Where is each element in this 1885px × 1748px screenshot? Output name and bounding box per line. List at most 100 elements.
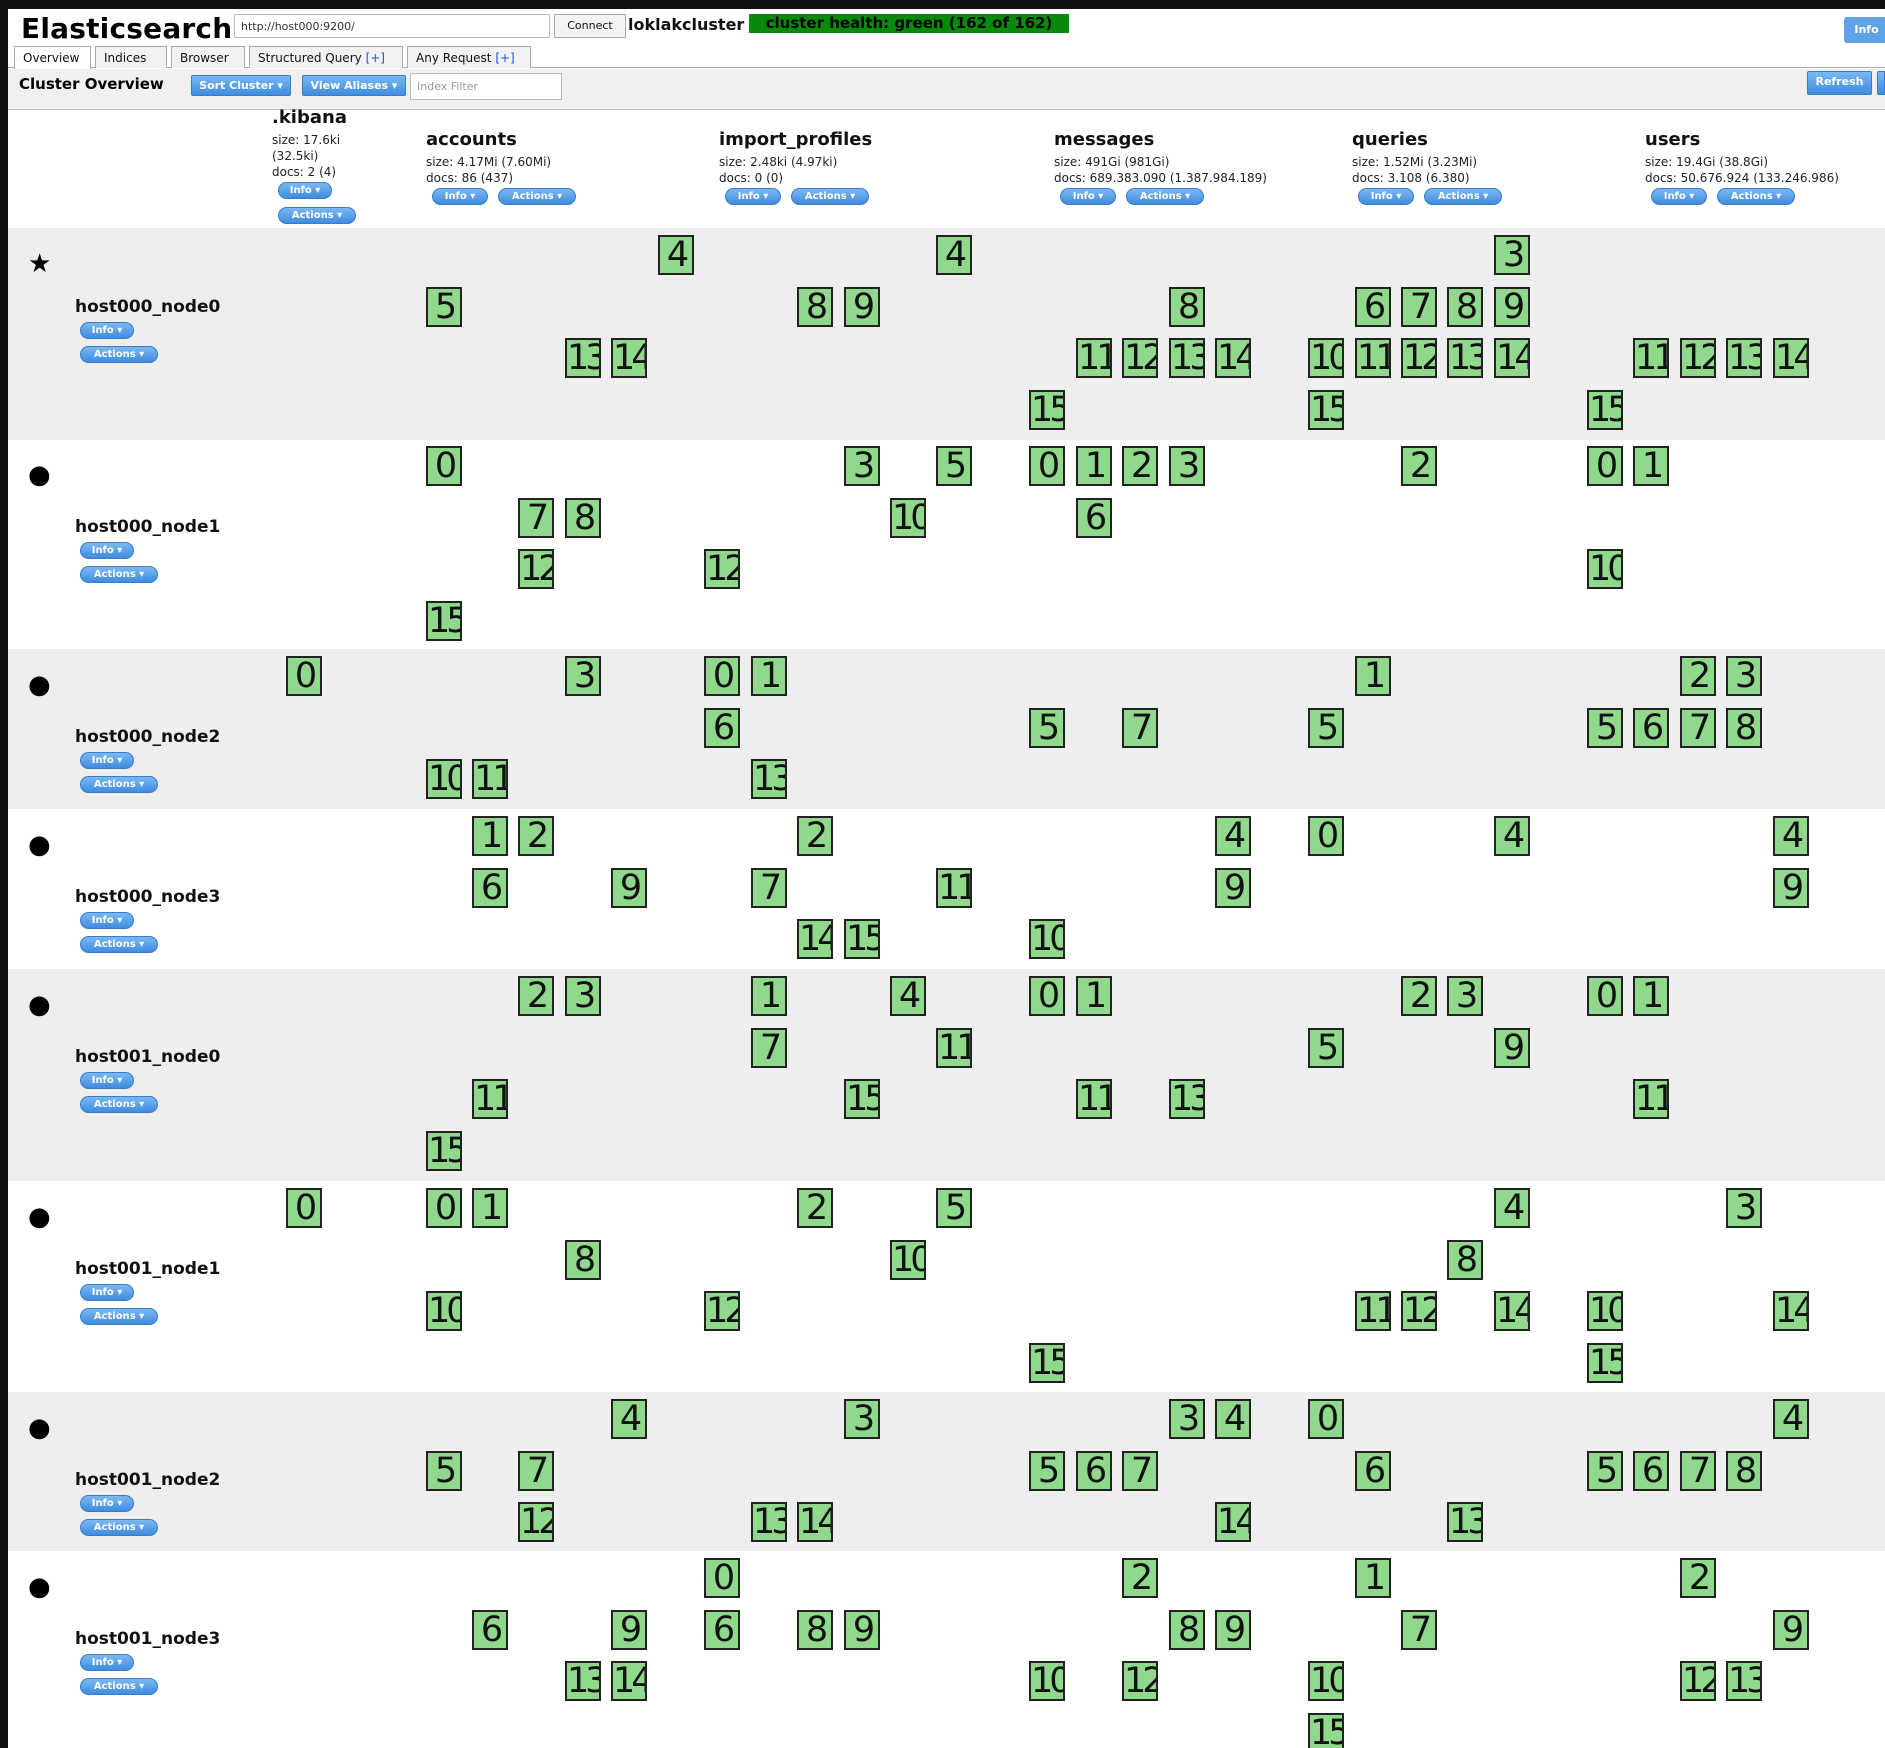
shard-box[interactable]: 5 xyxy=(426,1451,462,1491)
shard-box[interactable]: 4 xyxy=(890,976,926,1016)
shard-box[interactable]: 9 xyxy=(611,1610,647,1650)
shard-box[interactable]: 7 xyxy=(751,868,787,908)
shard-box[interactable]: 13 xyxy=(1726,338,1762,378)
shard-box[interactable]: 10 xyxy=(890,1240,926,1280)
shard-box[interactable]: 2 xyxy=(518,816,554,856)
shard-box[interactable]: 2 xyxy=(1122,1558,1158,1598)
shard-box[interactable]: 8 xyxy=(1726,1451,1762,1491)
shard-box[interactable]: 11 xyxy=(1355,1291,1391,1331)
shard-box[interactable]: 13 xyxy=(1169,1079,1205,1119)
shard-box[interactable]: 6 xyxy=(704,708,740,748)
index-filter-input[interactable]: Index Filter xyxy=(410,73,562,100)
shard-box[interactable]: 7 xyxy=(751,1028,787,1068)
shard-box[interactable]: 9 xyxy=(1494,287,1530,327)
shard-box[interactable]: 6 xyxy=(1355,1451,1391,1491)
shard-box[interactable]: 14 xyxy=(797,1502,833,1542)
shard-box[interactable]: 9 xyxy=(611,868,647,908)
shard-box[interactable]: 13 xyxy=(751,759,787,799)
node-info-button[interactable]: Info ▾ xyxy=(80,1495,134,1512)
shard-box[interactable]: 8 xyxy=(1447,287,1483,327)
shard-box[interactable]: 12 xyxy=(704,549,740,589)
shard-box[interactable]: 5 xyxy=(1587,708,1623,748)
shard-box[interactable]: 11 xyxy=(1076,1079,1112,1119)
shard-box[interactable]: 5 xyxy=(1029,708,1065,748)
shard-box[interactable]: 4 xyxy=(1773,1399,1809,1439)
shard-box[interactable]: 10 xyxy=(1029,919,1065,959)
shard-box[interactable]: 3 xyxy=(844,1399,880,1439)
shard-box[interactable]: 13 xyxy=(565,338,601,378)
sort-cluster-button[interactable]: Sort Cluster ▾ xyxy=(191,75,291,96)
shard-box[interactable]: 5 xyxy=(1029,1451,1065,1491)
tab-browser[interactable]: Browser xyxy=(171,46,245,68)
node-info-button[interactable]: Info ▾ xyxy=(80,752,134,769)
shard-box[interactable]: 7 xyxy=(518,1451,554,1491)
refresh-dropdown-button[interactable] xyxy=(1877,71,1885,95)
index-info-button[interactable]: Info ▾ xyxy=(1060,188,1116,205)
shard-box[interactable]: 6 xyxy=(472,868,508,908)
shard-box[interactable]: 3 xyxy=(1169,1399,1205,1439)
shard-box[interactable]: 5 xyxy=(426,287,462,327)
cluster-url-input[interactable]: http://host000:9200/ xyxy=(234,14,550,38)
shard-box[interactable]: 6 xyxy=(1355,287,1391,327)
shard-box[interactable]: 8 xyxy=(565,1240,601,1280)
shard-box[interactable]: 9 xyxy=(1215,1610,1251,1650)
shard-box[interactable]: 8 xyxy=(797,287,833,327)
shard-box[interactable]: 12 xyxy=(518,549,554,589)
view-aliases-button[interactable]: View Aliases ▾ xyxy=(302,75,406,96)
shard-box[interactable]: 14 xyxy=(1215,338,1251,378)
shard-box[interactable]: 2 xyxy=(1680,1558,1716,1598)
shard-box[interactable]: 1 xyxy=(1633,446,1669,486)
node-actions-button[interactable]: Actions ▾ xyxy=(80,346,158,363)
shard-box[interactable]: 10 xyxy=(426,1291,462,1331)
shard-box[interactable]: 10 xyxy=(1029,1661,1065,1701)
node-actions-button[interactable]: Actions ▾ xyxy=(80,566,158,583)
shard-box[interactable]: 10 xyxy=(1308,338,1344,378)
shard-box[interactable]: 8 xyxy=(1169,287,1205,327)
shard-box[interactable]: 0 xyxy=(704,1558,740,1598)
shard-box[interactable]: 7 xyxy=(1122,1451,1158,1491)
shard-box[interactable]: 2 xyxy=(1680,656,1716,696)
shard-box[interactable]: 12 xyxy=(1401,338,1437,378)
shard-box[interactable]: 15 xyxy=(844,919,880,959)
shard-box[interactable]: 2 xyxy=(1401,976,1437,1016)
shard-box[interactable]: 4 xyxy=(658,235,694,275)
shard-box[interactable]: 6 xyxy=(472,1610,508,1650)
shard-box[interactable]: 12 xyxy=(1122,338,1158,378)
node-info-button[interactable]: Info ▾ xyxy=(80,1284,134,1301)
shard-box[interactable]: 0 xyxy=(1308,1399,1344,1439)
shard-box[interactable]: 6 xyxy=(1633,1451,1669,1491)
shard-box[interactable]: 6 xyxy=(1076,498,1112,538)
index-info-button[interactable]: Info ▾ xyxy=(278,182,332,199)
shard-box[interactable]: 10 xyxy=(1587,1291,1623,1331)
shard-box[interactable]: 1 xyxy=(1076,976,1112,1016)
shard-box[interactable]: 7 xyxy=(1401,1610,1437,1650)
shard-box[interactable]: 14 xyxy=(1773,1291,1809,1331)
shard-box[interactable]: 3 xyxy=(565,656,601,696)
shard-box[interactable]: 9 xyxy=(1773,868,1809,908)
index-actions-button[interactable]: Actions ▾ xyxy=(1126,188,1204,205)
shard-box[interactable]: 7 xyxy=(518,498,554,538)
shard-box[interactable]: 15 xyxy=(426,601,462,641)
shard-box[interactable]: 2 xyxy=(797,816,833,856)
shard-box[interactable]: 15 xyxy=(844,1079,880,1119)
shard-box[interactable]: 11 xyxy=(936,1028,972,1068)
shard-box[interactable]: 12 xyxy=(518,1502,554,1542)
index-info-button[interactable]: Info ▾ xyxy=(432,188,488,205)
shard-box[interactable]: 6 xyxy=(1633,708,1669,748)
shard-box[interactable]: 15 xyxy=(1308,390,1344,430)
shard-box[interactable]: 3 xyxy=(1447,976,1483,1016)
node-info-button[interactable]: Info ▾ xyxy=(80,912,134,929)
shard-box[interactable]: 7 xyxy=(1680,1451,1716,1491)
shard-box[interactable]: 11 xyxy=(1076,338,1112,378)
shard-box[interactable]: 9 xyxy=(1215,868,1251,908)
shard-box[interactable]: 4 xyxy=(1773,816,1809,856)
shard-box[interactable]: 8 xyxy=(1726,708,1762,748)
node-info-button[interactable]: Info ▾ xyxy=(80,1072,134,1089)
node-actions-button[interactable]: Actions ▾ xyxy=(80,936,158,953)
node-actions-button[interactable]: Actions ▾ xyxy=(80,776,158,793)
node-info-button[interactable]: Info ▾ xyxy=(80,1654,134,1671)
shard-box[interactable]: 3 xyxy=(844,446,880,486)
shard-box[interactable]: 7 xyxy=(1122,708,1158,748)
shard-box[interactable]: 6 xyxy=(1076,1451,1112,1491)
shard-box[interactable]: 4 xyxy=(1494,816,1530,856)
